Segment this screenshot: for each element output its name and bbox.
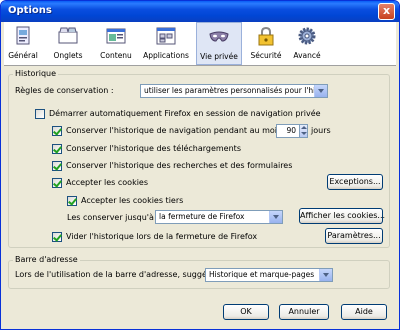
keep-until-select[interactable]: la fermeture de Firefox [155, 210, 283, 224]
suggest-select-value: Historique et marque-pages [209, 270, 315, 279]
keep-downloads-checkbox[interactable] [52, 144, 62, 154]
chevron-down-icon [319, 269, 332, 281]
suggest-label: Lors de l'utilisation de la barre d'adre… [15, 270, 224, 279]
tab-applications[interactable]: Applications [142, 22, 190, 65]
tabs-icon [58, 27, 78, 44]
keep-until-select-value: la fermeture de Firefox [159, 212, 245, 221]
applications-icon [156, 27, 176, 45]
window-title: Options [8, 5, 52, 16]
tab-applications-label: Applications [143, 51, 189, 60]
show-cookies-button[interactable]: Afficher les cookies... [299, 208, 385, 224]
keep-days-input[interactable]: 90 [276, 124, 300, 138]
chevron-down-icon [269, 211, 282, 223]
autostart-private-checkbox[interactable] [35, 109, 45, 119]
history-group-label: Historique [13, 69, 59, 78]
help-button[interactable]: Aide [341, 304, 387, 320]
tab-securite-label: Sécurité [250, 51, 282, 60]
autostart-private-label: Démarrer automatiquement Firefox en sess… [49, 109, 321, 118]
keep-browsing-label: Conserver l'historique de navigation pen… [66, 126, 287, 135]
tab-securite[interactable]: Sécurité [248, 22, 284, 65]
lock-icon [258, 26, 274, 46]
tab-vie-privee[interactable]: Vie privée [196, 22, 242, 65]
privacy-mask-icon [209, 31, 229, 42]
tab-avance-label: Avancé [293, 51, 321, 60]
rules-label: Règles de conservation : [15, 86, 114, 95]
settings-button[interactable]: Paramètres... [325, 228, 383, 244]
addressbar-group-label: Barre d'adresse [13, 255, 80, 264]
rules-select-value: utiliser les paramètres personnalisés po… [144, 86, 328, 95]
third-party-cookies-label: Accepter les cookies tiers [81, 196, 184, 205]
chevron-down-icon [314, 85, 327, 97]
tab-avance[interactable]: Avancé [290, 22, 324, 65]
options-window: Options x Général Onglets Contenu Applic… [0, 0, 400, 330]
clear-on-close-label: Vider l'historique lors de la fermeture … [66, 232, 258, 241]
tab-contenu[interactable]: Contenu [96, 22, 136, 65]
keep-until-label: Les conserver jusqu'à : [67, 213, 160, 222]
tab-contenu-label: Contenu [100, 51, 132, 60]
tab-general-label: Général [8, 51, 38, 60]
accept-cookies-checkbox[interactable] [52, 178, 62, 188]
ok-button[interactable]: OK [223, 304, 269, 320]
general-icon [16, 26, 30, 45]
preferences-toolbar: Général Onglets Contenu Applications Vie… [4, 22, 396, 66]
content-icon [106, 28, 126, 44]
keep-forms-checkbox[interactable] [52, 161, 62, 171]
accept-cookies-label: Accepter les cookies [66, 178, 149, 187]
days-spinner-button[interactable] [299, 124, 308, 138]
days-label: jours [311, 126, 331, 135]
keep-browsing-checkbox[interactable] [52, 126, 62, 136]
title-bar[interactable]: Options x [1, 1, 399, 22]
clear-on-close-checkbox[interactable] [52, 232, 62, 242]
tab-onglets-label: Onglets [53, 51, 83, 60]
suggest-select[interactable]: Historique et marque-pages [205, 268, 333, 282]
third-party-cookies-checkbox[interactable] [67, 196, 77, 206]
exceptions-button[interactable]: Exceptions... [327, 174, 383, 190]
tab-general[interactable]: Général [6, 22, 40, 65]
close-button[interactable]: x [378, 3, 395, 20]
tab-vie-privee-label: Vie privée [200, 52, 238, 61]
cancel-button[interactable]: Annuler [279, 304, 329, 320]
tab-onglets[interactable]: Onglets [48, 22, 88, 65]
keep-forms-label: Conserver l'historique des recherches et… [66, 161, 293, 170]
rules-select[interactable]: utiliser les paramètres personnalisés po… [140, 84, 328, 98]
gear-icon [298, 27, 316, 45]
keep-downloads-label: Conserver l'historique des téléchargemen… [66, 144, 241, 153]
